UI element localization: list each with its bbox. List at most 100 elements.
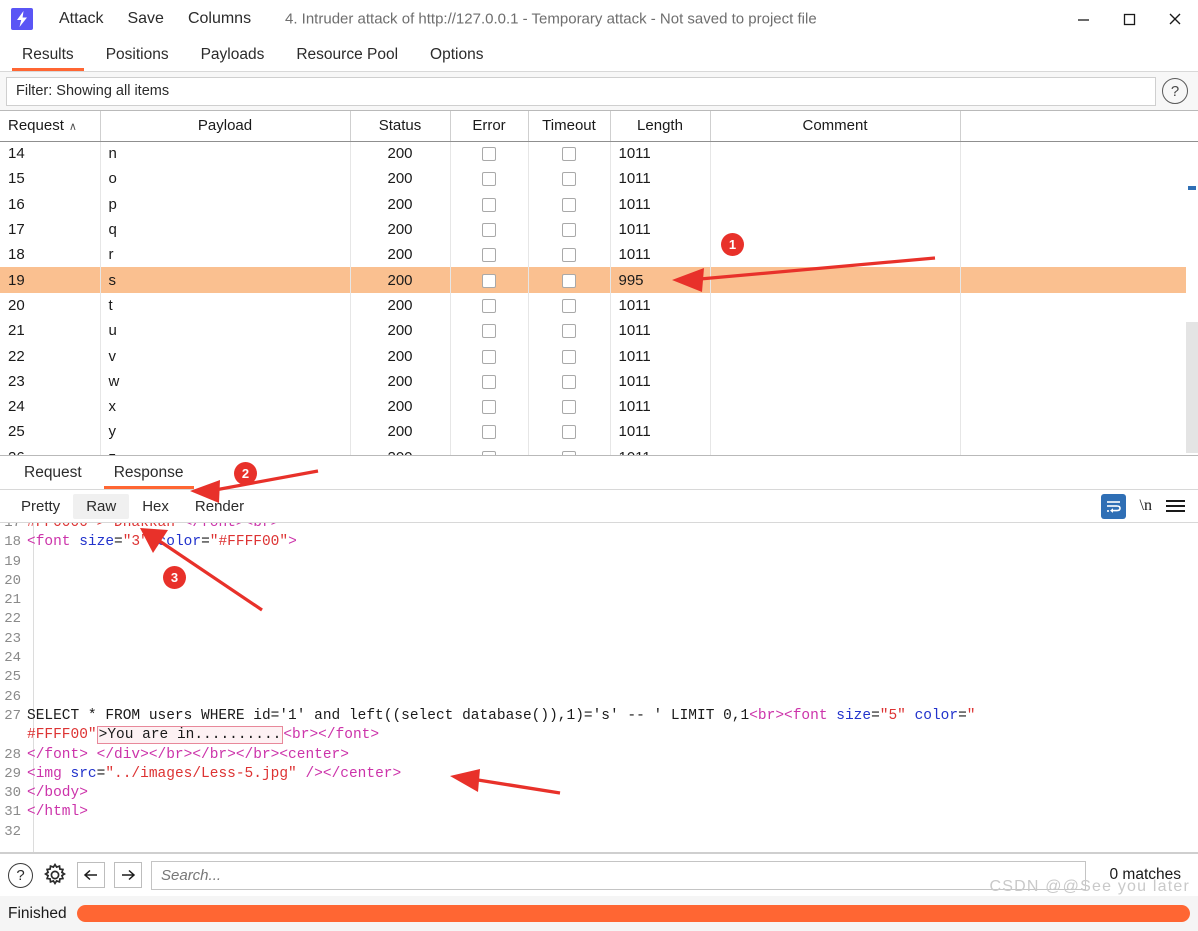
tab-resource-pool[interactable]: Resource Pool [280, 38, 414, 71]
table-row[interactable]: 17 q 200 1011 [0, 216, 1198, 243]
view-tab-pretty[interactable]: Pretty [8, 494, 73, 519]
newline-toggle-icon[interactable]: \n [1140, 497, 1152, 515]
table-row[interactable]: 21 u 200 1011 [0, 318, 1198, 344]
timeout-checkbox[interactable] [562, 197, 576, 212]
close-icon[interactable] [1152, 0, 1198, 38]
search-bar: ? Search... 0 matches [0, 853, 1198, 896]
table-row[interactable]: 24 x 200 1011 [0, 393, 1198, 420]
cell-payload: q [100, 216, 351, 243]
burp-intruder-window: Attack Save Columns 4. Intruder attack o… [0, 0, 1198, 931]
menu-attack[interactable]: Attack [49, 7, 113, 31]
error-checkbox[interactable] [482, 349, 496, 364]
table-row[interactable]: 25 y 200 1011 [0, 419, 1198, 445]
word-wrap-icon[interactable] [1100, 493, 1126, 519]
filter-help-icon[interactable]: ? [1162, 78, 1188, 104]
timeout-checkbox[interactable] [562, 298, 576, 313]
column-header-comment[interactable]: Comment [710, 111, 961, 142]
minimize-icon[interactable] [1060, 0, 1106, 38]
response-code-viewer[interactable]: 17 #FF0000"> Dhakkan </font><br> 18 <fon… [0, 523, 1198, 853]
table-row[interactable]: 23 w 200 1011 [0, 368, 1198, 394]
column-header-request[interactable]: Request ∧ [0, 111, 101, 142]
code-line: 18 <font size="3" color="#FFFF00"> [0, 533, 1198, 552]
tab-results[interactable]: Results [6, 38, 90, 71]
error-checkbox[interactable] [482, 147, 496, 162]
error-checkbox[interactable] [482, 273, 496, 288]
cell-status: 200 [350, 242, 451, 268]
column-header-length[interactable]: Length [610, 111, 711, 142]
timeout-checkbox[interactable] [562, 172, 576, 187]
table-row-selected[interactable]: 19 s 200 995 [0, 267, 1198, 293]
maximize-icon[interactable] [1106, 0, 1152, 38]
status-bar: Finished CSDN @@See you later [0, 878, 1198, 931]
view-tab-hex[interactable]: Hex [129, 494, 182, 519]
menu-save[interactable]: Save [117, 7, 173, 31]
timeout-checkbox[interactable] [562, 147, 576, 162]
cell-payload: z [100, 444, 351, 455]
error-checkbox[interactable] [482, 223, 496, 238]
table-row[interactable]: 14 n 200 1011 [0, 141, 1198, 167]
search-help-icon[interactable]: ? [8, 862, 33, 888]
gear-icon[interactable] [42, 862, 68, 888]
error-checkbox[interactable] [482, 324, 496, 339]
cell-spacer [960, 191, 1198, 217]
timeout-checkbox[interactable] [562, 400, 576, 415]
table-row[interactable]: 22 v 200 1011 [0, 343, 1198, 369]
cell-payload: r [100, 242, 351, 268]
view-tab-raw[interactable]: Raw [73, 493, 130, 519]
table-row[interactable]: 20 t 200 1011 [0, 292, 1198, 319]
cell-error [450, 368, 529, 394]
error-checkbox[interactable] [482, 450, 496, 455]
table-row[interactable]: 16 p 200 1011 [0, 191, 1198, 217]
tab-positions[interactable]: Positions [90, 38, 185, 71]
timeout-checkbox[interactable] [562, 324, 576, 339]
error-checkbox[interactable] [482, 298, 496, 313]
tab-payloads[interactable]: Payloads [185, 38, 281, 71]
error-checkbox[interactable] [482, 197, 496, 212]
column-header-payload[interactable]: Payload [100, 111, 351, 142]
error-checkbox[interactable] [482, 248, 496, 263]
scrollbar-track[interactable] [1186, 322, 1198, 453]
timeout-checkbox[interactable] [562, 349, 576, 364]
cell-error [450, 419, 529, 445]
cell-request: 26 [0, 444, 101, 455]
cell-comment [710, 242, 961, 268]
tab-response[interactable]: Response [98, 456, 200, 489]
filter-field[interactable]: Filter: Showing all items [6, 76, 1156, 106]
tab-request[interactable]: Request [8, 456, 98, 489]
view-tab-render[interactable]: Render [182, 494, 257, 519]
cell-comment [710, 419, 961, 445]
timeout-checkbox[interactable] [562, 374, 576, 389]
timeout-checkbox[interactable] [562, 425, 576, 440]
error-checkbox[interactable] [482, 400, 496, 415]
timeout-checkbox[interactable] [562, 273, 576, 288]
cell-comment [710, 267, 961, 293]
menu-columns[interactable]: Columns [178, 7, 261, 31]
scrollbar-thumb[interactable] [1188, 186, 1196, 190]
cell-payload: w [100, 368, 351, 394]
line-number: 21 [4, 592, 21, 609]
error-checkbox[interactable] [482, 374, 496, 389]
tab-options[interactable]: Options [414, 38, 499, 71]
table-row[interactable]: 26z200 1011 [0, 444, 1198, 455]
cell-comment [710, 444, 961, 455]
column-header-status[interactable]: Status [350, 111, 451, 142]
timeout-checkbox[interactable] [562, 248, 576, 263]
column-header-timeout[interactable]: Timeout [528, 111, 611, 142]
column-header-error[interactable]: Error [450, 111, 529, 142]
line-number: 17 [4, 523, 21, 531]
timeout-checkbox[interactable] [562, 223, 576, 238]
cell-status: 200 [350, 444, 451, 455]
table-row[interactable]: 18 r 200 1011 [0, 242, 1198, 268]
timeout-checkbox[interactable] [562, 450, 576, 455]
search-prev-button[interactable] [77, 862, 105, 888]
hamburger-menu-icon[interactable] [1166, 500, 1185, 512]
results-table-scrollbar[interactable] [1186, 142, 1198, 455]
table-row[interactable]: 15 o 200 1011 [0, 166, 1198, 192]
search-next-button[interactable] [114, 862, 142, 888]
cell-error [450, 318, 529, 344]
error-checkbox[interactable] [482, 172, 496, 187]
results-table-panel: Request ∧ Payload Status Error Timeout Le… [0, 110, 1198, 455]
search-input[interactable]: Search... [151, 860, 1087, 890]
burp-lightning-icon [11, 7, 33, 30]
error-checkbox[interactable] [482, 425, 496, 440]
